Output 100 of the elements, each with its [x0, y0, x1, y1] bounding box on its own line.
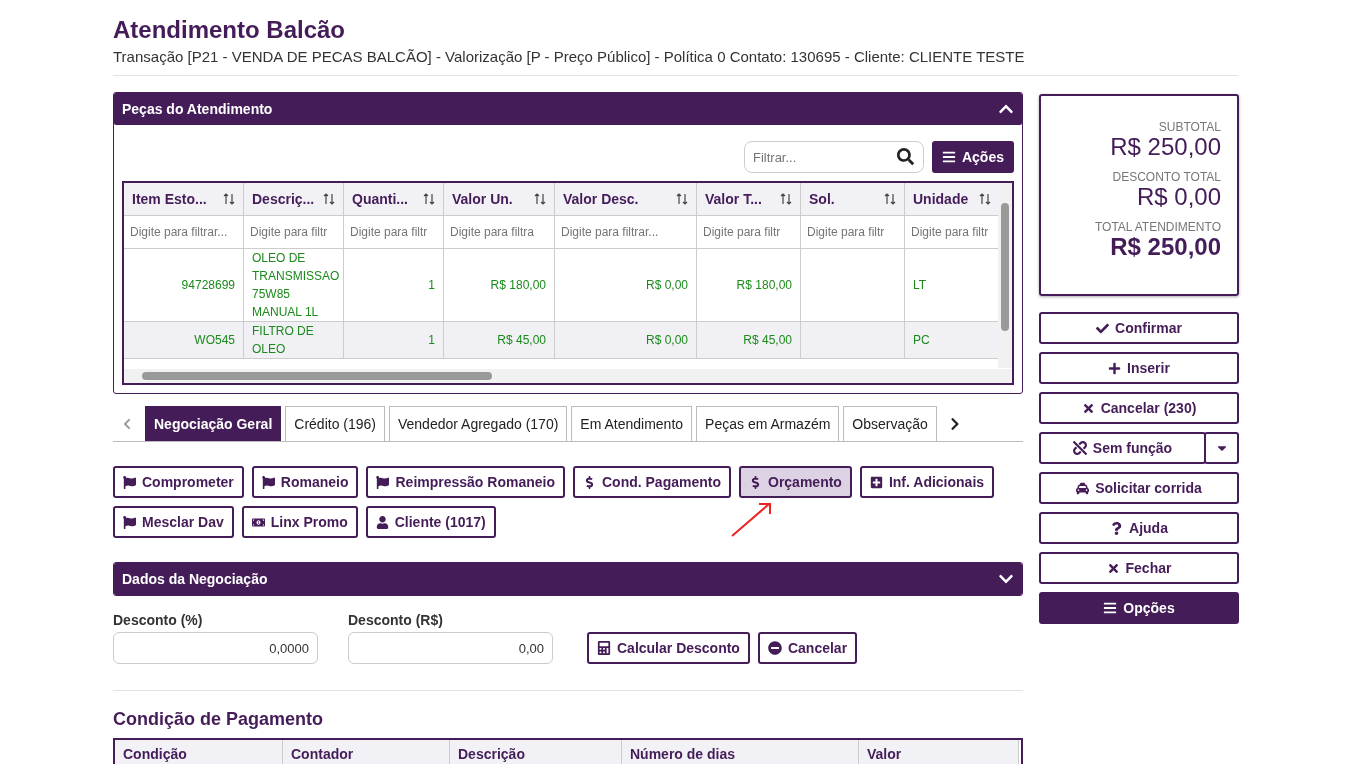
plus-icon	[1108, 361, 1122, 375]
column-header[interactable]: Valor Un.	[444, 183, 555, 215]
input-field[interactable]: 0,00	[348, 632, 553, 664]
actions-button[interactable]: Ações	[931, 141, 1014, 173]
question-icon	[1110, 521, 1124, 535]
table-cell-text: FILTRO DE OLEO	[252, 323, 315, 358]
column-filter-field[interactable]: Digite para filtr	[248, 224, 339, 240]
column-header[interactable]: Unidade	[905, 183, 1000, 215]
side-button[interactable]: Sem função	[1039, 432, 1206, 464]
calculator-icon	[597, 641, 611, 655]
table-cell-text: R$ 0,00	[645, 332, 688, 349]
column-filter-field[interactable]: Digite para filtr	[805, 224, 900, 240]
side-button[interactable]: Inserir	[1039, 352, 1239, 384]
table-cell-text: 94728699	[181, 277, 235, 294]
column-header[interactable]: Descrição	[450, 740, 622, 764]
flag-icon	[123, 475, 136, 489]
table-cell-text: R$ 180,00	[490, 277, 546, 294]
action-button[interactable]: Orçamento	[739, 466, 852, 498]
dropdown-button[interactable]	[1204, 432, 1239, 464]
sort-icon[interactable]	[323, 193, 335, 205]
side-button[interactable]: Fechar	[1039, 552, 1239, 584]
tab[interactable]: Peças em Armazém	[696, 406, 840, 441]
total-label: TOTAL ATENDIMENTO	[1094, 220, 1221, 234]
vertical-scrollbar[interactable]	[998, 183, 1012, 368]
tab[interactable]: Observação	[843, 406, 937, 441]
total-value: R$ 250,00	[1110, 234, 1221, 260]
tab[interactable]: Negociação Geral	[145, 406, 282, 441]
field-label: Desconto (R$)	[348, 612, 444, 628]
sort-icon[interactable]	[979, 193, 991, 205]
table-cell-text: 1	[428, 332, 435, 349]
action-button[interactable]: Cliente (1017)	[365, 506, 496, 538]
sort-icon[interactable]	[676, 193, 688, 205]
table-cell-text: WO545	[194, 332, 235, 349]
filter-field[interactable]: Filtrar...	[743, 141, 924, 173]
dollar-icon	[583, 475, 596, 489]
x-icon	[1081, 401, 1095, 415]
field-label: Desconto (%)	[113, 612, 204, 628]
total-label: SUBTOTAL	[1158, 120, 1221, 134]
column-filter-field[interactable]: Digite para filtra	[448, 224, 550, 240]
search-icon[interactable]	[896, 148, 914, 165]
action-button[interactable]: Romaneio	[251, 466, 359, 498]
column-header[interactable]: Condição	[115, 740, 283, 764]
column-header[interactable]: Quanti...	[344, 183, 444, 215]
table-cell-text: R$ 180,00	[736, 277, 792, 294]
column-header[interactable]: Descriç...	[244, 183, 344, 215]
side-button[interactable]: Cancelar (230)	[1039, 392, 1239, 424]
column-header[interactable]: Valor Desc.	[555, 183, 697, 215]
table-cell-text: PC	[913, 332, 930, 349]
form-button[interactable]: Calcular Desconto	[587, 632, 750, 664]
column-header[interactable]: Número de dias	[622, 740, 859, 764]
input-field[interactable]: 0,0000	[113, 632, 318, 664]
action-button[interactable]: Reimpressão Romaneio	[366, 466, 565, 498]
menu-icon	[1103, 601, 1118, 615]
table-cell-text: R$ 45,00	[743, 332, 792, 349]
total-label: DESCONTO TOTAL	[1112, 170, 1221, 184]
action-button[interactable]: Comprometer	[113, 466, 244, 498]
total-value: R$ 0,00	[1136, 184, 1221, 210]
sort-icon[interactable]	[780, 193, 792, 205]
action-button[interactable]: Cond. Pagamento	[573, 466, 731, 498]
tab[interactable]: Vendedor Agregado (170)	[389, 406, 568, 441]
column-header[interactable]: Valor T...	[697, 183, 801, 215]
action-button[interactable]: Mesclar Dav	[113, 506, 234, 538]
section-title: Condição de Pagamento	[113, 709, 325, 730]
action-button[interactable]: Inf. Adicionais	[859, 466, 995, 498]
column-header[interactable]: Item Esto...	[124, 183, 244, 215]
tab[interactable]: Crédito (196)	[285, 406, 385, 441]
column-filter-field[interactable]: Digite para filtr	[909, 224, 995, 240]
panel-title: Peças do Atendimento	[122, 101, 273, 117]
sort-icon[interactable]	[223, 193, 235, 205]
broken-link-icon	[1072, 441, 1087, 455]
flag-icon	[261, 475, 275, 489]
table-cell-text: 1	[428, 277, 435, 294]
form-button[interactable]: Cancelar	[757, 632, 858, 664]
column-filter-field[interactable]: Digite para filtr	[348, 224, 439, 240]
side-button[interactable]: Ajuda	[1039, 512, 1239, 544]
column-filter-field[interactable]: Digite para filtr	[701, 224, 796, 240]
page-title: Atendimento Balcão	[113, 16, 347, 44]
horizontal-scrollbar[interactable]	[124, 369, 1012, 383]
column-filter-field[interactable]: Digite para filtrar...	[128, 224, 239, 240]
sort-icon[interactable]	[884, 193, 896, 205]
column-filter-field[interactable]: Digite para filtrar...	[559, 224, 692, 240]
side-button[interactable]: Confirmar	[1039, 312, 1239, 344]
flag-icon	[123, 515, 136, 529]
person-icon	[375, 515, 389, 529]
taxi-icon	[1076, 481, 1090, 495]
total-value: R$ 250,00	[1110, 134, 1221, 160]
tab[interactable]: Em Atendimento	[571, 406, 693, 441]
sort-icon[interactable]	[534, 193, 546, 205]
panel-title: Dados da Negociação	[122, 571, 268, 587]
transaction-info: Transação [P21 - VENDA DE PECAS BALCÃO] - Valorização [P - Preço Público] - Política 0 Contato: 130695 - Cliente: CLIENTE TESTE	[113, 48, 1238, 76]
menu-icon	[941, 150, 956, 164]
side-button[interactable]: Solicitar corrida	[1039, 472, 1239, 504]
x-icon	[1106, 561, 1120, 575]
column-header[interactable]: Sol.	[801, 183, 905, 215]
action-button[interactable]: Linx Promo	[241, 506, 358, 538]
column-header[interactable]: Valor	[859, 740, 1019, 764]
column-header[interactable]: Contador	[283, 740, 450, 764]
sort-icon[interactable]	[423, 193, 435, 205]
side-button[interactable]: Opções	[1039, 592, 1239, 624]
table-cell-text: R$ 45,00	[497, 332, 546, 349]
